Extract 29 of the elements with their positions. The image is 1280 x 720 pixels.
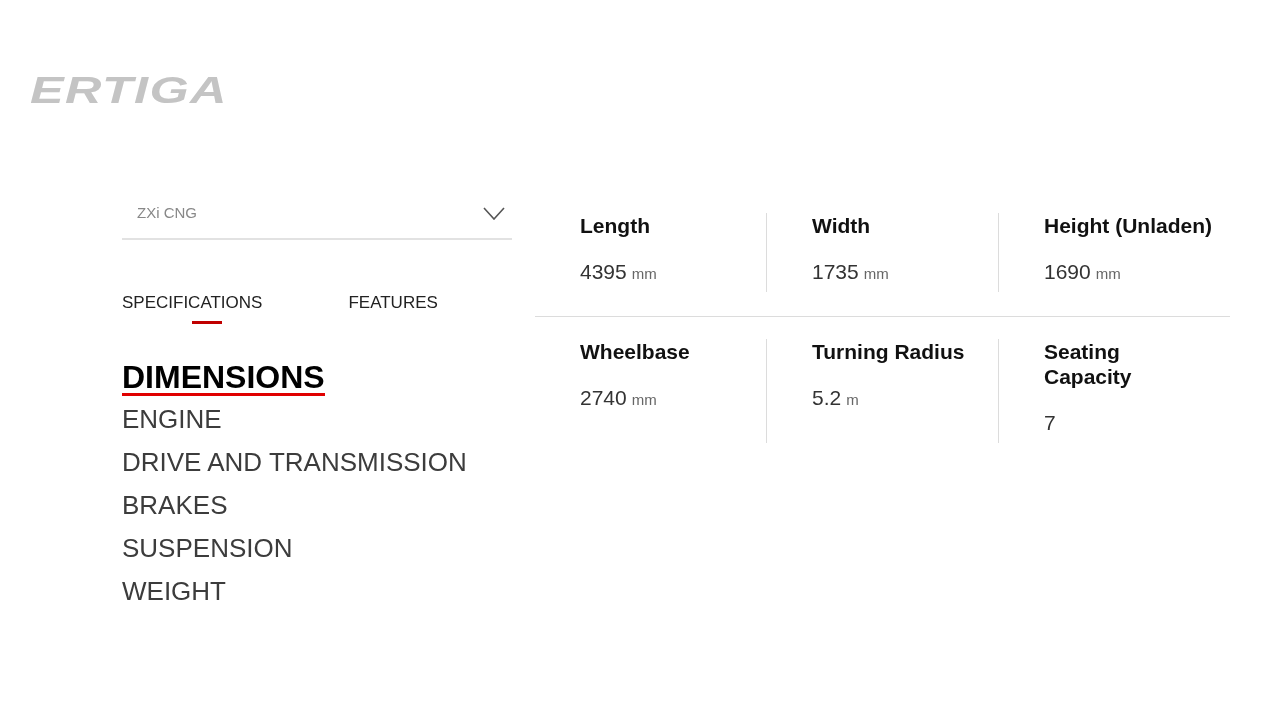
spec-value: 5.2 xyxy=(812,386,842,409)
spec-label: Height (Unladen) xyxy=(1044,213,1212,238)
spec-label: Turning Radius xyxy=(812,339,965,364)
category-link[interactable]: WEIGHT xyxy=(122,570,226,613)
spec-value: 1690 xyxy=(1044,260,1091,283)
category-link[interactable]: DRIVE AND TRANSMISSION xyxy=(122,441,467,484)
spec-label: Wheelbase xyxy=(580,339,690,364)
spec-value: 4395 xyxy=(580,260,627,283)
spec-value: 7 xyxy=(1044,411,1056,434)
category-link[interactable]: BRAKES xyxy=(122,484,228,527)
spec-label: Width xyxy=(812,213,871,238)
tab-underline xyxy=(192,321,223,324)
spec-value: 1735 xyxy=(812,260,859,283)
spec-unit: mm xyxy=(1095,265,1121,282)
spec-unit: m xyxy=(846,391,859,408)
spec-label: Length xyxy=(580,213,650,238)
category-link[interactable]: DIMENSIONS xyxy=(122,361,325,396)
section-tab[interactable]: FEATURES xyxy=(348,293,438,324)
spec-label: Seating Capacity xyxy=(1044,339,1132,389)
section-tab[interactable]: SPECIFICATIONS xyxy=(122,293,263,324)
spec-unit: mm xyxy=(631,265,657,282)
spec-unit: mm xyxy=(631,391,657,408)
category-link[interactable]: ENGINE xyxy=(122,398,222,441)
category-link[interactable]: SUSPENSION xyxy=(122,527,293,570)
brand-logo: ERTIGA xyxy=(30,73,228,109)
spec-value: 2740 xyxy=(580,386,627,409)
spec-unit: mm xyxy=(863,265,889,282)
chevron-down-icon xyxy=(483,207,505,220)
variant-dropdown[interactable]: ZXi CNG xyxy=(122,193,512,240)
